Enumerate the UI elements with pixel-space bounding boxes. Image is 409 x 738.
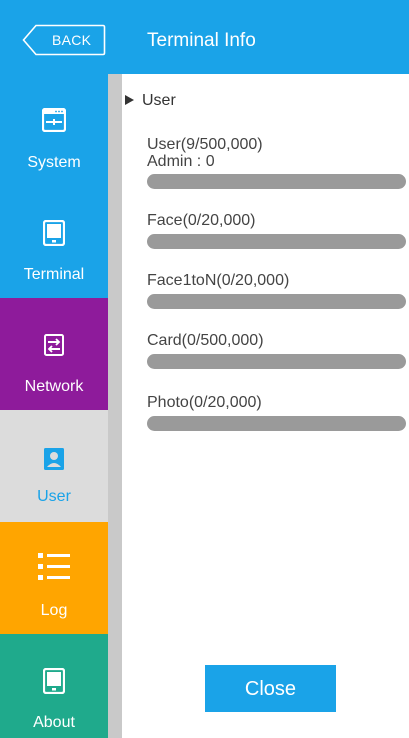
progress-bar <box>147 416 406 431</box>
section-title: User <box>142 92 176 109</box>
sidebar-item-label: Network <box>24 378 84 395</box>
user-icon <box>44 448 64 470</box>
stat-user: User(9/500,000) Admin : 0 <box>147 136 407 189</box>
sidebar-item-log[interactable]: Log <box>0 522 108 634</box>
sidebar-item-label: System <box>27 154 81 171</box>
page-title: Terminal Info <box>147 30 256 51</box>
sidebar-item-label: Log <box>40 602 68 619</box>
network-icon <box>44 334 64 356</box>
stat-label: User(9/500,000) <box>147 136 263 153</box>
sidebar-item-label: Terminal <box>23 266 85 283</box>
sidebar-item-user[interactable]: User <box>0 410 108 522</box>
stat-label: Face(0/20,000) <box>147 212 256 229</box>
stat-label: Photo(0/20,000) <box>147 394 262 411</box>
back-label: BACK <box>52 32 92 48</box>
close-button[interactable]: Close <box>205 665 336 712</box>
sidebar-divider <box>108 74 122 738</box>
progress-bar <box>147 354 406 369</box>
sidebar: System Terminal Network User Log About <box>0 74 108 738</box>
stat-label: Card(0/500,000) <box>147 332 264 349</box>
system-icon <box>42 108 66 132</box>
terminal-info-panel: User User(9/500,000) Admin : 0 Face(0/20… <box>122 74 409 738</box>
progress-bar <box>147 234 406 249</box>
sidebar-item-system[interactable]: System <box>0 74 108 186</box>
sidebar-item-about[interactable]: About <box>0 634 108 738</box>
terminal-icon <box>43 220 65 246</box>
progress-bar <box>147 294 406 309</box>
about-icon <box>43 668 65 694</box>
expand-arrow-icon <box>125 95 134 106</box>
stat-label: Face1toN(0/20,000) <box>147 272 290 289</box>
progress-bar <box>147 174 406 189</box>
sidebar-item-label: About <box>33 714 75 731</box>
stat-face1ton: Face1toN(0/20,000) <box>147 272 407 309</box>
list-icon <box>38 553 70 580</box>
section-header: User <box>122 92 176 110</box>
header-bar: BACK Terminal Info <box>0 0 409 74</box>
sidebar-item-terminal[interactable]: Terminal <box>0 186 108 298</box>
stat-sublabel: Admin : 0 <box>147 153 215 170</box>
sidebar-item-label: User <box>37 488 71 505</box>
stat-card: Card(0/500,000) <box>147 332 407 369</box>
sidebar-item-network[interactable]: Network <box>0 298 108 410</box>
stat-face: Face(0/20,000) <box>147 212 407 249</box>
stat-photo: Photo(0/20,000) <box>147 394 407 431</box>
back-button[interactable]: BACK <box>22 24 106 56</box>
